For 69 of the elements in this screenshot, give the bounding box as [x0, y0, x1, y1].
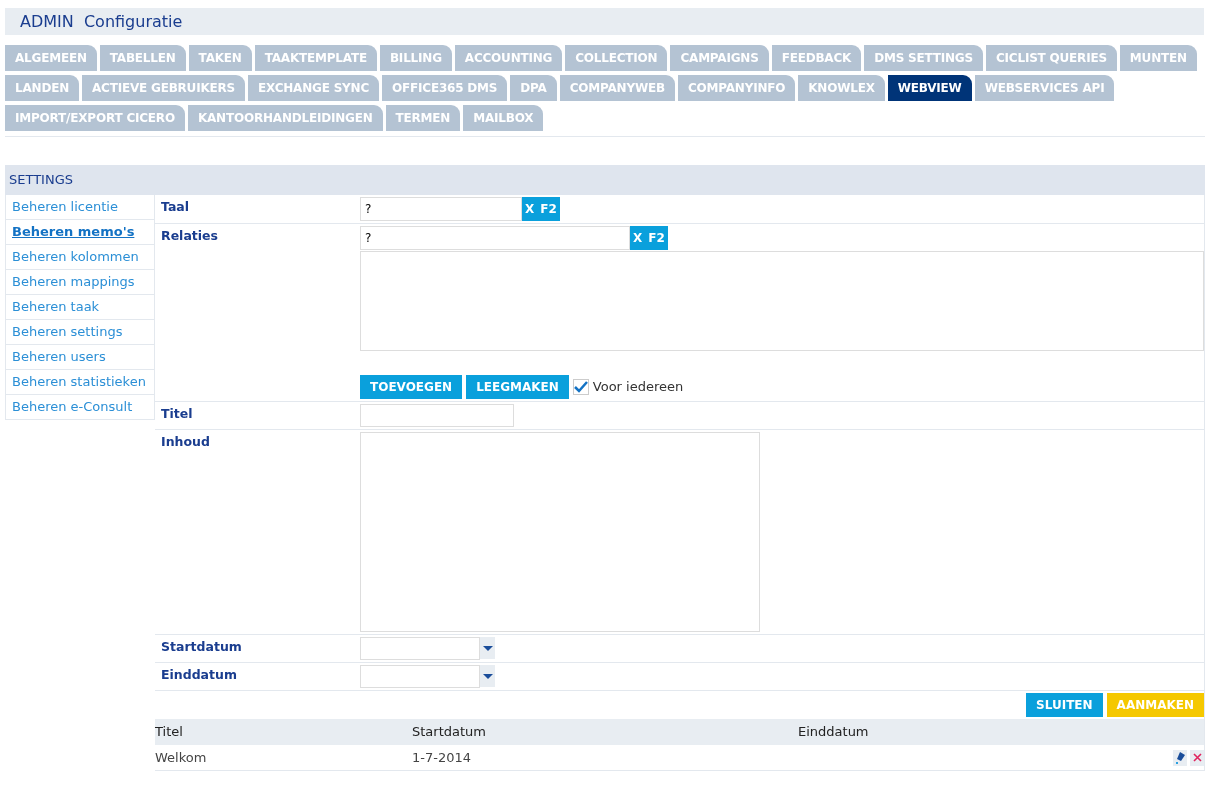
- tab[interactable]: KANTOORHANDLEIDINGEN: [187, 105, 383, 131]
- tab[interactable]: BILLING: [379, 45, 452, 71]
- table-cell-text: Welkom: [155, 748, 208, 767]
- tab[interactable]: OFFICE365 DMS: [382, 75, 508, 101]
- tab[interactable]: ACCOUNTING: [454, 45, 563, 71]
- field-label: Titel: [160, 405, 194, 423]
- field-label: Einddatum: [160, 666, 238, 684]
- field-label: Inhoud: [160, 433, 211, 451]
- tab[interactable]: ALGEMEEN: [5, 45, 97, 71]
- dropdown-button[interactable]: [480, 665, 495, 687]
- clear-list-button[interactable]: LEEGMAKEN: [466, 375, 569, 399]
- sidebar-link[interactable]: Beheren memo's: [6, 220, 154, 245]
- dropdown-button[interactable]: [480, 637, 495, 659]
- column-header: Startdatum: [412, 723, 487, 742]
- clear-button[interactable]: X: [522, 197, 538, 221]
- tab[interactable]: COLLECTION: [565, 45, 668, 71]
- tab[interactable]: CAMPAIGNS: [670, 45, 769, 71]
- tab[interactable]: WEBSERVICES API: [974, 75, 1115, 101]
- date-field[interactable]: [360, 637, 480, 660]
- tab[interactable]: COMPANYINFO: [677, 75, 796, 101]
- tab[interactable]: TAAKTEMPLATE: [254, 45, 377, 71]
- lookup-button[interactable]: F2: [537, 197, 560, 221]
- add-button[interactable]: TOEVOEGEN: [360, 375, 463, 399]
- date-field[interactable]: [360, 665, 480, 688]
- field-label: Relaties: [160, 227, 219, 245]
- tab[interactable]: MAILBOX: [463, 105, 544, 131]
- input-field[interactable]: ?: [360, 197, 522, 221]
- close-button[interactable]: SLUITEN: [1026, 693, 1103, 717]
- sidebar-link[interactable]: Beheren users: [6, 345, 154, 370]
- table-cell-text: 1-7-2014: [412, 748, 472, 767]
- sidebar-link[interactable]: Beheren kolommen: [6, 245, 154, 270]
- checkbox-label: Voor iedereen: [592, 378, 684, 397]
- input-field[interactable]: [360, 404, 514, 427]
- tab[interactable]: TAKEN: [188, 45, 252, 71]
- caret-icon: [482, 645, 493, 651]
- tab[interactable]: DPA: [510, 75, 557, 101]
- sidebar-link[interactable]: Beheren taak: [6, 295, 154, 320]
- sidebar-link[interactable]: Beheren statistieken: [6, 370, 154, 395]
- tab[interactable]: DMS SETTINGS: [864, 45, 983, 71]
- tab[interactable]: KNOWLEX: [798, 75, 885, 101]
- sidebar-link[interactable]: Beheren licentie: [6, 195, 154, 220]
- column-header: Einddatum: [798, 723, 869, 742]
- input-field[interactable]: ?: [360, 226, 630, 250]
- tab[interactable]: EXCHANGE SYNC: [248, 75, 380, 101]
- sidebar-link[interactable]: Beheren mappings: [6, 270, 154, 295]
- column-header: Titel: [155, 723, 184, 742]
- sidebar-link[interactable]: Beheren e-Consult: [6, 395, 154, 420]
- tab[interactable]: LANDEN: [5, 75, 79, 101]
- tab[interactable]: TERMEN: [385, 105, 461, 131]
- checkbox[interactable]: [572, 379, 589, 395]
- tab[interactable]: ACTIEVE GEBRUIKERS: [82, 75, 245, 101]
- tab[interactable]: FEEDBACK: [771, 45, 862, 71]
- caret-icon: [482, 673, 493, 679]
- sidebar-link[interactable]: Beheren settings: [6, 320, 154, 345]
- delete-button[interactable]: [1190, 749, 1204, 766]
- clear-button[interactable]: X: [630, 226, 646, 250]
- tab[interactable]: WEBVIEW: [887, 75, 972, 101]
- lookup-button[interactable]: F2: [645, 226, 668, 250]
- tab[interactable]: IMPORT/EXPORT CICERO: [5, 105, 185, 131]
- tab[interactable]: COMPANYWEB: [559, 75, 675, 101]
- create-button[interactable]: AANMAKEN: [1106, 693, 1204, 717]
- tab[interactable]: MUNTEN: [1119, 45, 1197, 71]
- edit-button[interactable]: [1173, 749, 1187, 766]
- field-label: Taal: [160, 198, 191, 216]
- field-label: Startdatum: [160, 638, 243, 656]
- page-title: ADMIN Configuratie: [5, 8, 1204, 35]
- section-header: SETTINGS: [5, 165, 1205, 195]
- tab[interactable]: TABELLEN: [99, 45, 186, 71]
- tab[interactable]: CICLIST QUERIES: [985, 45, 1117, 71]
